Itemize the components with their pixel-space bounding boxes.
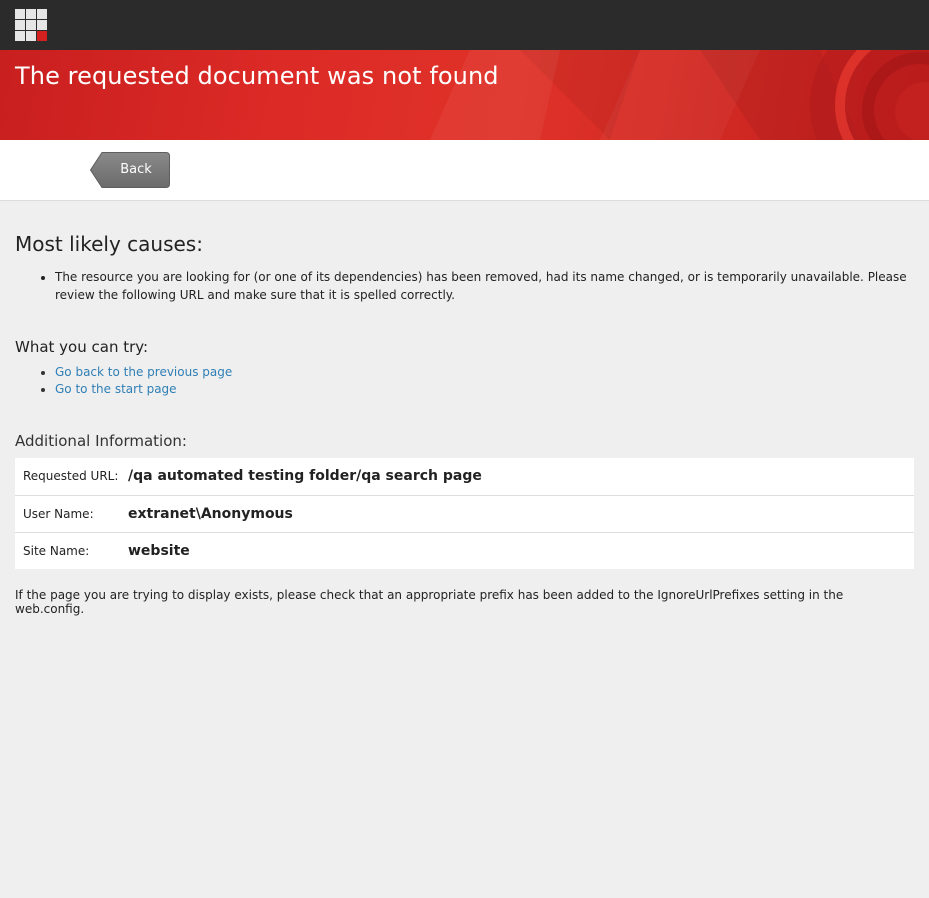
site-name-label: Site Name: [15, 531, 128, 569]
list-item: Go to the start page [55, 381, 914, 398]
site-name-value: website [128, 531, 914, 569]
info-table: Requested URL: /qa automated testing fol… [15, 458, 914, 569]
causes-heading: Most likely causes: [15, 232, 203, 256]
additional-info-heading: Additional Information: [15, 432, 187, 450]
cause-item: The resource you are looking for (or one… [55, 268, 914, 304]
try-list: Go back to the previous page Go to the s… [55, 364, 914, 398]
requested-url-label: Requested URL: [23, 469, 119, 484]
user-name-label: User Name: [15, 494, 128, 532]
previous-page-link[interactable]: Go back to the previous page [55, 365, 232, 379]
page-title: The requested document was not found [15, 62, 499, 90]
back-button-label: Back [120, 162, 152, 177]
list-item: Go back to the previous page [55, 364, 914, 381]
main-content: Most likely causes: The resource you are… [15, 232, 914, 616]
table-row: Site Name: website [15, 531, 914, 569]
config-note: If the page you are trying to display ex… [15, 588, 844, 616]
try-heading: What you can try: [15, 338, 149, 356]
navigation-bar: Back [0, 140, 929, 201]
table-row: Requested URL: /qa automated testing fol… [15, 458, 914, 495]
requested-url-value: /qa automated testing folder/qa search p… [128, 468, 482, 485]
error-banner: The requested document was not found [0, 50, 929, 140]
table-row: User Name: extranet\Anonymous [15, 494, 914, 532]
causes-list: The resource you are looking for (or one… [55, 268, 914, 304]
start-page-link[interactable]: Go to the start page [55, 382, 177, 396]
user-name-value: extranet\Anonymous [128, 494, 914, 532]
top-bar [0, 0, 929, 50]
back-button[interactable]: Back [90, 152, 170, 188]
app-grid-icon[interactable] [15, 9, 47, 41]
